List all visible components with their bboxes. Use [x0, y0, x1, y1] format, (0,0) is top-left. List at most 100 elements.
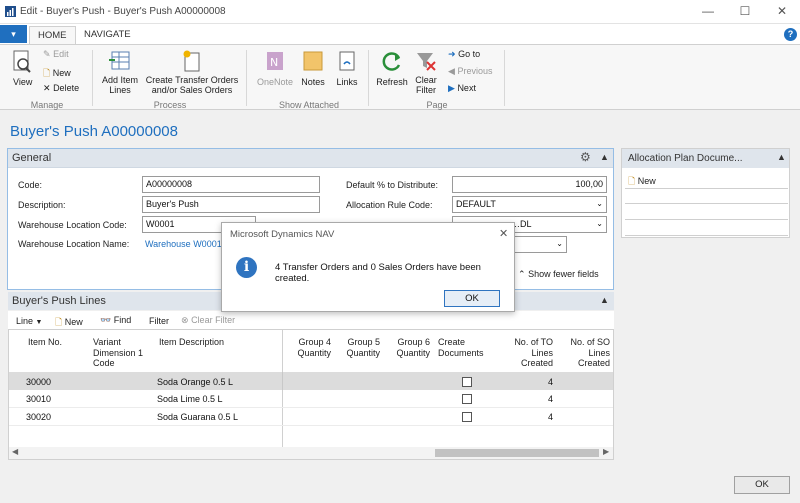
chevron-down-icon: ⌄: [596, 199, 603, 208]
lines-clear-filter-button[interactable]: ⊗ Clear Filter: [181, 315, 235, 326]
onenote-button[interactable]: N OneNote: [254, 50, 296, 98]
show-fewer-fields-link[interactable]: ⌃ Show fewer fields: [518, 269, 599, 280]
next-button[interactable]: ▶ Next: [448, 83, 476, 94]
code-field[interactable]: A00000008: [142, 176, 320, 193]
code-label: Code:: [18, 180, 43, 190]
allocation-rule-select[interactable]: DEFAULT ⌄: [452, 196, 607, 213]
find-button[interactable]: 👓 Find: [100, 315, 131, 326]
add-item-lines-button[interactable]: Add Item Lines: [98, 50, 142, 98]
col-to-lines-created[interactable]: No. of TO Lines Created: [505, 337, 553, 369]
ribbon-separator: [246, 50, 247, 106]
col-item-no[interactable]: Item No.: [28, 337, 62, 348]
notes-button[interactable]: Notes: [298, 50, 328, 98]
item-no-cell: 30000: [26, 377, 52, 387]
group-label-manage: Manage: [30, 100, 64, 110]
refresh-button[interactable]: Refresh: [374, 50, 410, 98]
description-cell: Soda Orange 0.5 L: [157, 377, 234, 387]
clear-filter-icon: ⊗: [181, 315, 189, 325]
onenote-icon: N: [267, 52, 283, 70]
previous-button[interactable]: ◀ Previous: [448, 66, 492, 77]
delete-button[interactable]: ✕ Delete: [43, 83, 79, 94]
create-document-icon: [183, 50, 200, 72]
file-menu-button[interactable]: ▾: [0, 25, 27, 43]
panel-list-line: [625, 219, 788, 220]
col-group5-qty[interactable]: Group 5 Quantity: [340, 337, 380, 358]
ok-button[interactable]: OK: [734, 476, 790, 494]
horizontal-scrollbar[interactable]: ◀ ▶: [9, 447, 613, 459]
view-button[interactable]: View: [8, 50, 36, 98]
description-field[interactable]: Buyer's Push: [142, 196, 320, 213]
allocation-rule-label: Allocation Rule Code:: [346, 200, 433, 210]
default-pct-field[interactable]: 100,00: [452, 176, 607, 193]
col-create-documents[interactable]: Create Documents: [438, 337, 484, 358]
col-so-lines-created[interactable]: No. of SO Lines Created: [562, 337, 610, 369]
new-button[interactable]: 🗋 New: [43, 66, 71, 82]
links-button[interactable]: Links: [332, 50, 362, 98]
delete-icon: ✕: [43, 83, 51, 93]
description-cell: Soda Lime 0.5 L: [157, 394, 223, 404]
new-document-icon: 🗋: [55, 317, 63, 327]
panel-list-line: [625, 188, 788, 189]
col-group4-qty[interactable]: Group 4 Quantity: [291, 337, 331, 358]
lines-section-title: Buyer's Push Lines: [12, 295, 106, 307]
edit-icon: ✎: [43, 49, 51, 59]
tab-navigate[interactable]: NAVIGATE: [76, 26, 139, 44]
edit-button[interactable]: ✎ Edit: [43, 49, 69, 60]
go-to-button[interactable]: ➜ Go to: [448, 49, 480, 60]
scroll-left-icon[interactable]: ◀: [12, 447, 18, 456]
chevron-down-icon: ⌄: [596, 219, 603, 228]
maximize-button[interactable]: ☐: [737, 4, 753, 18]
col-group6-qty[interactable]: Group 6 Quantity: [390, 337, 430, 358]
tab-home[interactable]: HOME: [29, 26, 76, 44]
refresh-icon: [382, 52, 401, 71]
filter-button[interactable]: Filter: [149, 316, 169, 326]
to-lines-cell: 4: [547, 394, 553, 404]
close-window-button[interactable]: ✕: [774, 4, 790, 18]
title-bar: Edit - Buyer's Push - Buyer's Push A0000…: [0, 0, 800, 24]
allocation-plan-header[interactable]: Allocation Plan Docume... ▲: [622, 149, 789, 168]
scrollbar-thumb[interactable]: [435, 449, 599, 457]
add-lines-icon: [109, 51, 130, 70]
dialog-ok-button[interactable]: OK: [444, 290, 500, 307]
clear-filter-button[interactable]: Clear Filter: [412, 50, 440, 98]
chevron-down-icon: ▼: [35, 319, 43, 326]
create-documents-checkbox[interactable]: [462, 412, 472, 422]
window-title: Edit - Buyer's Push - Buyer's Push A0000…: [20, 6, 226, 17]
group-label-process: Process: [153, 100, 187, 110]
general-section-header[interactable]: General ⚙ ▲: [8, 149, 613, 168]
clear-filter-icon: [417, 53, 436, 71]
page-title: Buyer's Push A00000008: [10, 123, 178, 140]
create-orders-button[interactable]: Create Transfer Orders and/or Sales Orde…: [143, 50, 241, 98]
table-row[interactable]: 30010 Soda Lime 0.5 L 4: [9, 390, 613, 408]
links-icon: [339, 51, 355, 71]
collapse-icon[interactable]: ▲: [777, 152, 786, 162]
create-documents-checkbox[interactable]: [462, 377, 472, 387]
help-icon[interactable]: ?: [784, 28, 797, 41]
warehouse-name-link[interactable]: Warehouse W0001: [145, 239, 222, 249]
line-menu-button[interactable]: Line ▼: [16, 316, 42, 326]
description-cell: Soda Guarana 0.5 L: [157, 412, 239, 422]
svg-text:N: N: [270, 56, 278, 69]
create-documents-checkbox[interactable]: [462, 394, 472, 404]
chevron-down-icon: ⌄: [556, 239, 563, 248]
table-row[interactable]: 30020 Soda Guarana 0.5 L 4: [9, 408, 613, 426]
previous-icon: ◀: [448, 66, 455, 76]
chevron-up-icon: ⌃: [518, 269, 526, 279]
collapse-icon[interactable]: ▲: [600, 152, 609, 162]
grid-divider: [282, 372, 283, 390]
col-variant[interactable]: Variant Dimension 1 Code: [93, 337, 143, 369]
view-icon: [13, 50, 31, 73]
col-item-description[interactable]: Item Description: [159, 337, 224, 348]
minimize-button[interactable]: —: [700, 4, 716, 18]
dialog-close-icon[interactable]: ✕: [499, 227, 508, 240]
table-row[interactable]: 30000 Soda Orange 0.5 L 4: [9, 372, 613, 390]
settings-gear-icon[interactable]: ⚙: [580, 150, 591, 164]
item-no-cell: 30020: [26, 412, 52, 422]
ribbon-separator: [368, 50, 369, 106]
new-document-icon: 🗋: [43, 68, 51, 78]
lines-toolbar: Line ▼ 🗋 New 👓 Find Filter ⊗ Clear Filte…: [8, 311, 614, 329]
scroll-right-icon[interactable]: ▶: [603, 447, 609, 456]
collapse-icon[interactable]: ▲: [600, 295, 609, 305]
group-label-show-attached: Show Attached: [278, 100, 340, 110]
ribbon-separator: [92, 50, 93, 106]
